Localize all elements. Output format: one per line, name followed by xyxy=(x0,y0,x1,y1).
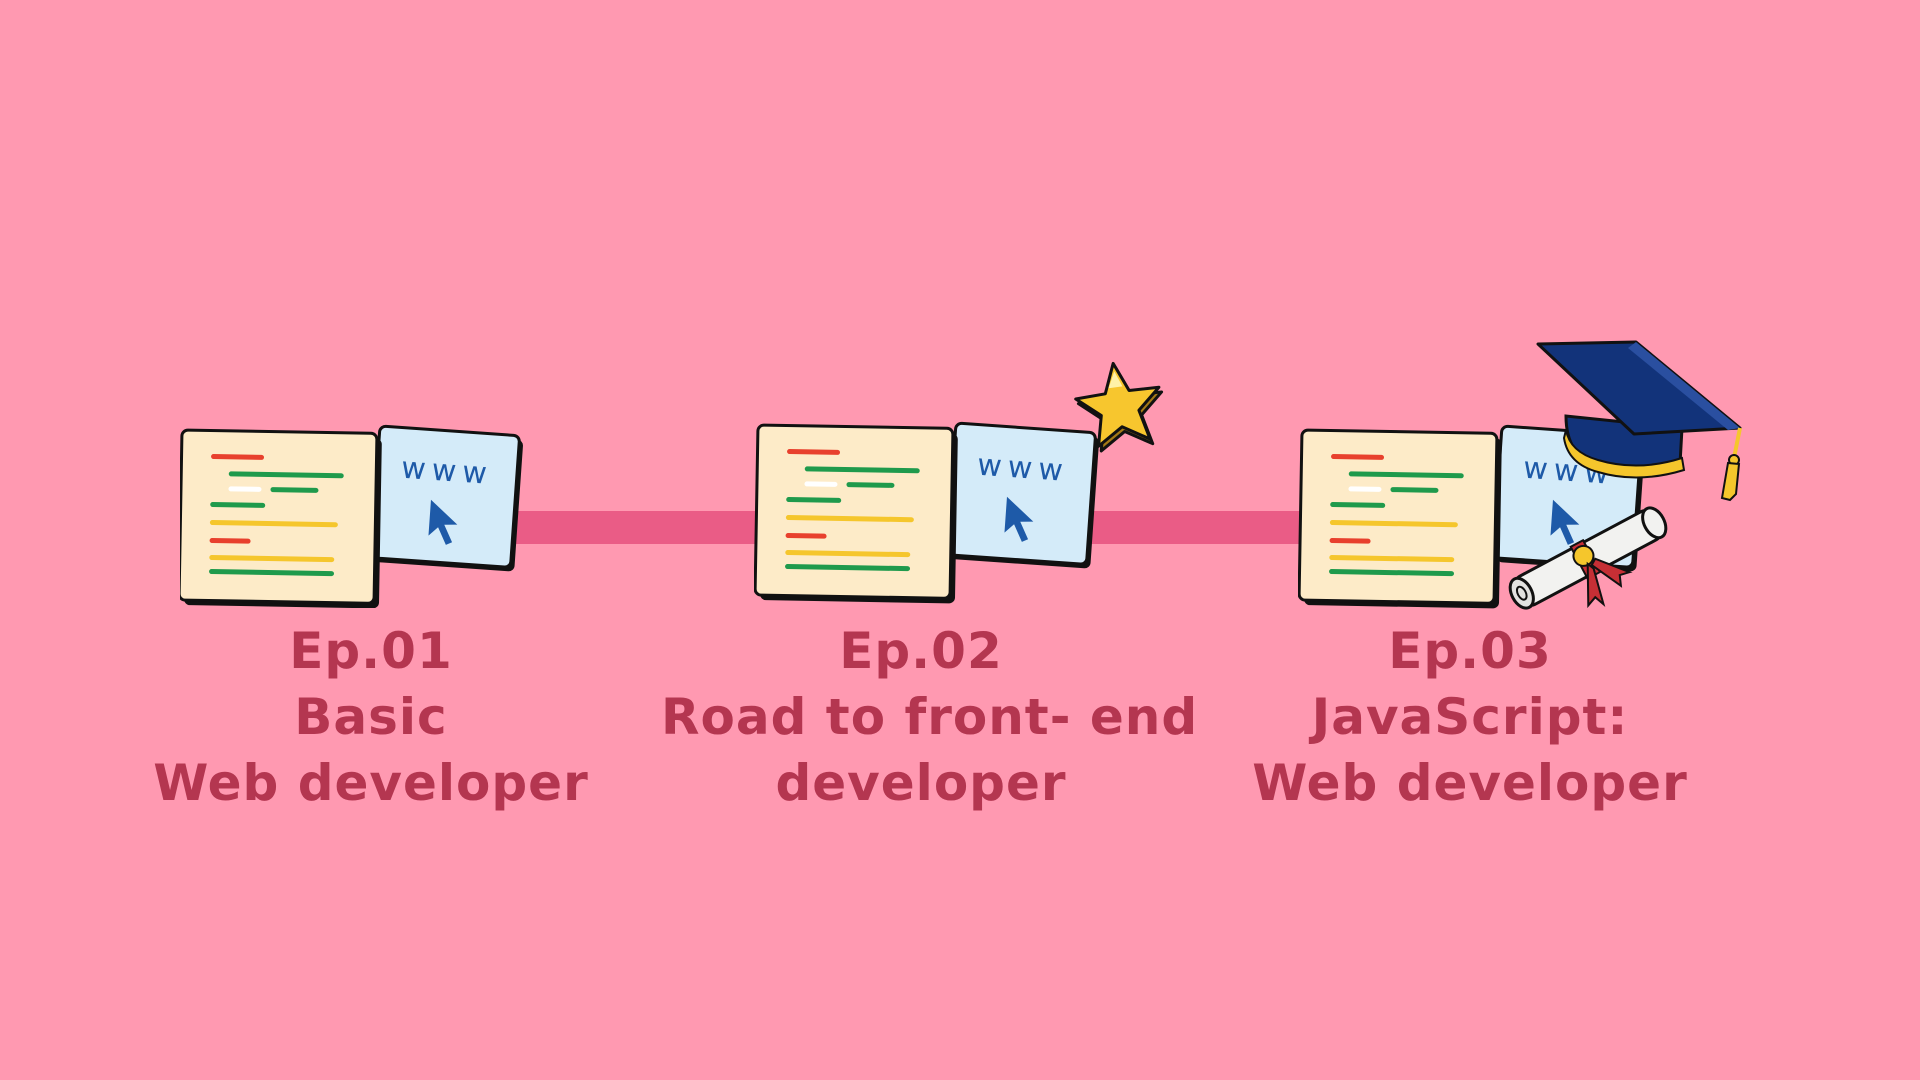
episode-roadmap: www www www Ep.01 Basic Web developer Ep… xyxy=(0,0,1920,1080)
episode-2-title-line-2: developer xyxy=(775,754,1067,812)
browser-window-icon: www xyxy=(369,424,523,572)
episode-3-number: Ep.03 xyxy=(1388,622,1552,680)
episode-1-title-line-1: Basic xyxy=(294,688,448,746)
episode-2-graphic: www xyxy=(754,361,1164,604)
browser-window-icon: www xyxy=(945,421,1099,569)
code-editor-icon xyxy=(180,428,382,608)
episode-3-label: Ep.03 JavaScript: Web developer xyxy=(1210,618,1730,816)
episode-1-graphic: www xyxy=(180,424,523,608)
code-editor-icon xyxy=(1298,428,1502,609)
episode-1-label: Ep.01 Basic Web developer xyxy=(111,618,631,816)
browser-www-text: www xyxy=(976,448,1070,489)
episode-3-title-line-2: Web developer xyxy=(1252,754,1688,812)
episode-2-number: Ep.02 xyxy=(839,622,1003,680)
code-editor-icon xyxy=(754,423,958,604)
episode-2-title-line-1: Road to front- end xyxy=(661,688,1199,746)
episode-3-graphic: www xyxy=(1298,340,1742,610)
episode-3-title-line-1: JavaScript: xyxy=(1311,688,1629,746)
browser-www-text: www xyxy=(400,451,494,492)
episode-1-title-line-2: Web developer xyxy=(153,754,589,812)
episode-2-label: Ep.02 Road to front- end developer xyxy=(661,618,1199,816)
roadmap-connector-1 xyxy=(515,511,760,544)
episode-1-number: Ep.01 xyxy=(289,622,453,680)
